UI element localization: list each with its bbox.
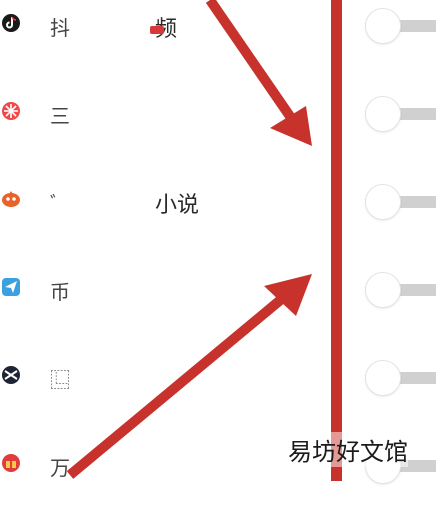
annotation-arrows [66,0,312,479]
watermark: 易坊好文馆 [288,432,408,467]
